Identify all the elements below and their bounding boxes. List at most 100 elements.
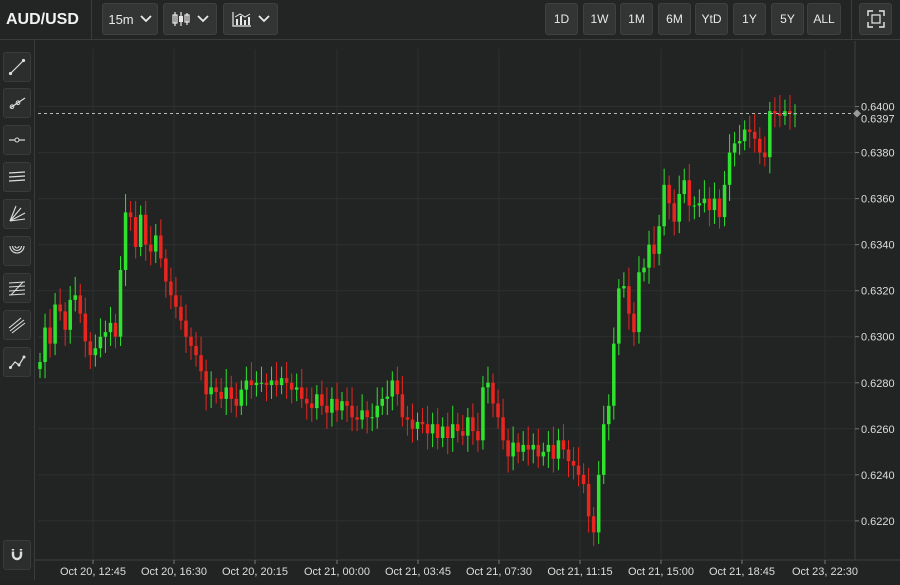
candlestick-chart[interactable]: 0.6220 0.6240 0.6260 0.6280 0.6300 0.6320 0.63… [35,41,900,580]
candle-body-down[interactable] [516,442,520,452]
candle-body-down[interactable] [395,380,400,395]
candle-body-down[interactable] [410,419,415,429]
candle-body-up[interactable] [737,141,742,144]
candle-body-up[interactable] [103,332,108,337]
horizontal-line-tool[interactable] [3,125,31,155]
fib-retracement-tool[interactable] [3,273,31,303]
fullscreen-button[interactable] [859,3,892,35]
candle-body-up[interactable] [682,180,687,195]
candle-body-down[interactable] [627,286,631,314]
candle-body-down[interactable] [148,244,153,252]
candle-body-down[interactable] [78,295,83,314]
candle-body-up[interactable] [370,417,374,419]
candle-body-down[interactable] [164,258,168,282]
candle-body-up[interactable] [294,387,299,390]
candle-body-down[interactable] [184,320,188,337]
candle-body-down[interactable] [133,217,138,247]
candle-body-down[interactable] [496,403,500,418]
candle-body-down[interactable] [274,380,279,386]
candle-body-down[interactable] [400,394,405,418]
candle-body-up[interactable] [269,380,274,386]
candle-body-down[interactable] [536,444,541,457]
candle-body-up[interactable] [637,272,641,333]
candle-body-down[interactable] [194,345,198,356]
range-5y-button[interactable]: 5Y [771,3,804,35]
candle-body-down[interactable] [88,341,93,356]
trend-line-tool[interactable] [3,52,31,82]
candle-body-down[interactable] [325,405,329,413]
candle-body-up[interactable] [239,389,244,406]
candle-body-down[interactable] [58,304,62,312]
candle-body-up[interactable] [279,378,284,386]
candle-body-up[interactable] [607,405,611,425]
candle-body-up[interactable] [209,387,213,395]
candle-body-up[interactable] [375,405,379,418]
candle-body-up[interactable] [98,336,103,349]
candle-body-down[interactable] [284,378,289,383]
candle-body-down[interactable] [758,138,762,153]
candle-body-up[interactable] [53,304,57,344]
candle-body-up[interactable] [702,198,707,204]
candle-body-down[interactable] [445,426,450,439]
candle-body-down[interactable] [586,484,591,517]
candle-body-down[interactable] [576,465,581,475]
candle-body-down[interactable] [310,403,314,409]
candle-body-down[interactable] [687,180,692,206]
candle-body-down[interactable] [571,461,576,466]
candle-body-up[interactable] [123,212,128,270]
pitchfork-tool[interactable] [3,310,31,340]
candle-body-up[interactable] [385,396,390,399]
candle-body-down[interactable] [461,431,465,436]
candle-body-up[interactable] [73,295,77,300]
candle-body-up[interactable] [617,288,621,344]
magnet-tool[interactable] [3,540,31,570]
candle-body-down[interactable] [501,417,505,441]
candle-body-down[interactable] [672,203,676,222]
candle-body-down[interactable] [350,405,354,418]
candle-body-down[interactable] [229,387,234,399]
ray-tool[interactable] [3,88,31,118]
candle-body-down[interactable] [234,398,239,406]
candle-body-up[interactable] [722,184,727,218]
range-1y-button[interactable]: 1Y [733,3,766,35]
candle-body-up[interactable] [727,152,732,185]
candle-body-down[interactable] [128,212,133,218]
range-all-button[interactable]: ALL [807,3,841,35]
candle-body-down[interactable] [405,417,410,420]
candle-body-up[interactable] [546,444,551,452]
candle-body-up[interactable] [768,111,772,158]
candle-body-up[interactable] [642,267,646,273]
candle-body-down[interactable] [169,281,173,296]
candle-body-down[interactable] [456,424,460,432]
candle-body-down[interactable] [113,322,118,337]
candle-body-up[interactable] [244,380,249,390]
candle-body-up[interactable] [697,203,702,206]
candle-body-up[interactable] [440,426,445,439]
candle-body-up[interactable] [657,226,661,254]
candle-body-down[interactable] [345,401,349,406]
candle-body-up[interactable] [466,417,470,436]
candle-body-up[interactable] [315,394,319,409]
range-1w-button[interactable]: 1W [583,3,616,35]
candle-body-up[interactable] [68,299,72,330]
candle-body-down[interactable] [355,417,359,420]
candle-body-down[interactable] [63,311,67,330]
candle-body-down[interactable] [159,235,163,259]
candle-body-down[interactable] [320,394,324,406]
candle-body-down[interactable] [204,371,208,395]
candle-body-down[interactable] [632,313,636,333]
candle-body-up[interactable] [340,401,344,411]
candle-body-up[interactable] [541,451,546,457]
range-ytd-button[interactable]: YtD [695,3,728,35]
candle-body-up[interactable] [450,424,455,439]
candle-body-up[interactable] [254,382,259,386]
candle-body-up[interactable] [556,440,561,459]
interval-select[interactable]: 15m [102,3,158,35]
candle-body-up[interactable] [93,348,98,356]
candle-body-up[interactable] [38,362,42,369]
candle-body-down[interactable] [435,424,440,439]
candle-body-up[interactable] [742,129,747,142]
candle-body-up[interactable] [390,380,395,397]
candle-body-down[interactable] [335,398,339,411]
candle-body-up[interactable] [430,424,435,434]
